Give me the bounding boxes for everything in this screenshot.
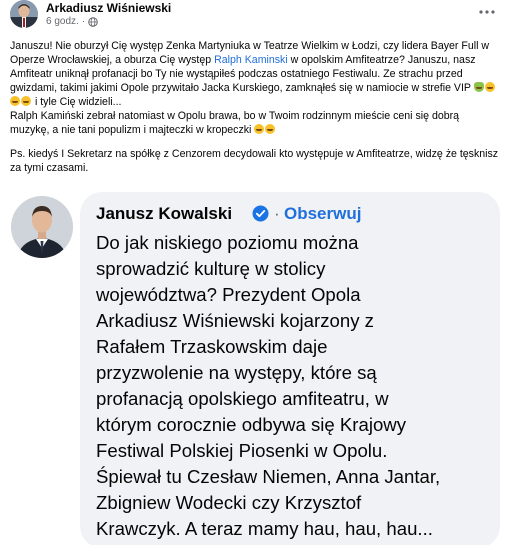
more-horizontal-icon [479, 10, 495, 14]
comment-line: przyzwolenie na występy, które są [96, 362, 377, 383]
laughing-emoji-icon [265, 124, 276, 134]
comment-line: województwa? Prezydent Opola [96, 284, 361, 305]
post-text: i tyle Cię widzieli... [32, 96, 122, 108]
comment-line: Festiwal Polskiej Piosenki w Opolu. [96, 440, 388, 461]
commenter-avatar-image [11, 196, 73, 258]
commenter-name[interactable]: Janusz Kowalski [96, 204, 232, 224]
comment-line: profanacją opolskiego amfiteatru, w [96, 388, 389, 409]
comment-line: Do jak niskiego poziomu można [96, 232, 359, 253]
person-emoji-icon [473, 82, 484, 92]
post-body: Januszu! Nie oburzył Cię występ Zenka Ma… [10, 39, 501, 175]
post-meta: 6 godz. · [46, 16, 98, 27]
more-options-button[interactable] [475, 2, 499, 22]
post-paragraph-2: Ps. kiedyś I Sekretarz na spółkę z Cenzo… [10, 148, 499, 174]
commenter-avatar [11, 196, 73, 258]
globe-icon [88, 16, 98, 27]
comment-text: Do jak niskiego poziomu można sprowadzić… [96, 230, 491, 542]
post-text: Ralph Kamiński zebrał natomiast w Opolu … [10, 110, 460, 136]
tagged-person-link[interactable]: Ralph Kaminski [214, 54, 288, 66]
comment-line: Śpiewał tu Czesław Niemen, Anna Jantar, [96, 466, 441, 487]
author-name[interactable]: Arkadiusz Wiśniewski [46, 1, 171, 15]
comment-line: sprowadzić kulturę w stolicy [96, 258, 326, 279]
comment-line: Arkadiusz Wiśniewski kojarzony z [96, 310, 374, 331]
verified-badge-icon [252, 205, 269, 222]
post-paragraph-1: Januszu! Nie oburzył Cię występ Zenka Ma… [10, 39, 501, 137]
laughing-emoji-icon [10, 96, 20, 106]
separator-dot: · [274, 204, 280, 223]
comment-line: Krawczyk. A teraz mamy hau, hau, hau... [96, 518, 433, 539]
post-time[interactable]: 6 godz. [46, 16, 79, 27]
facebook-post: Arkadiusz Wiśniewski 6 godz. · Januszu! … [0, 0, 509, 545]
grin-emoji-icon [254, 124, 265, 134]
author-avatar-image [10, 0, 38, 28]
comment-line: Rafałem Trzaskowskim daje [96, 336, 328, 357]
comment-bubble: Janusz Kowalski · Obserwuj Do jak niskie… [80, 192, 500, 545]
meta-dot: · [81, 16, 86, 27]
embedded-comment-screenshot[interactable]: Janusz Kowalski · Obserwuj Do jak niskie… [0, 190, 509, 545]
post-header: Arkadiusz Wiśniewski 6 godz. · [0, 0, 509, 36]
laughing-emoji-icon [484, 82, 495, 92]
laughing-emoji-icon [21, 96, 31, 106]
follow-button[interactable]: Obserwuj [284, 204, 361, 224]
author-avatar[interactable] [10, 0, 38, 28]
comment-line: którym corocznie odbywa się Krajowy [96, 414, 407, 435]
comment-line: Zbigniew Wodecki czy Krzysztof [96, 492, 362, 513]
